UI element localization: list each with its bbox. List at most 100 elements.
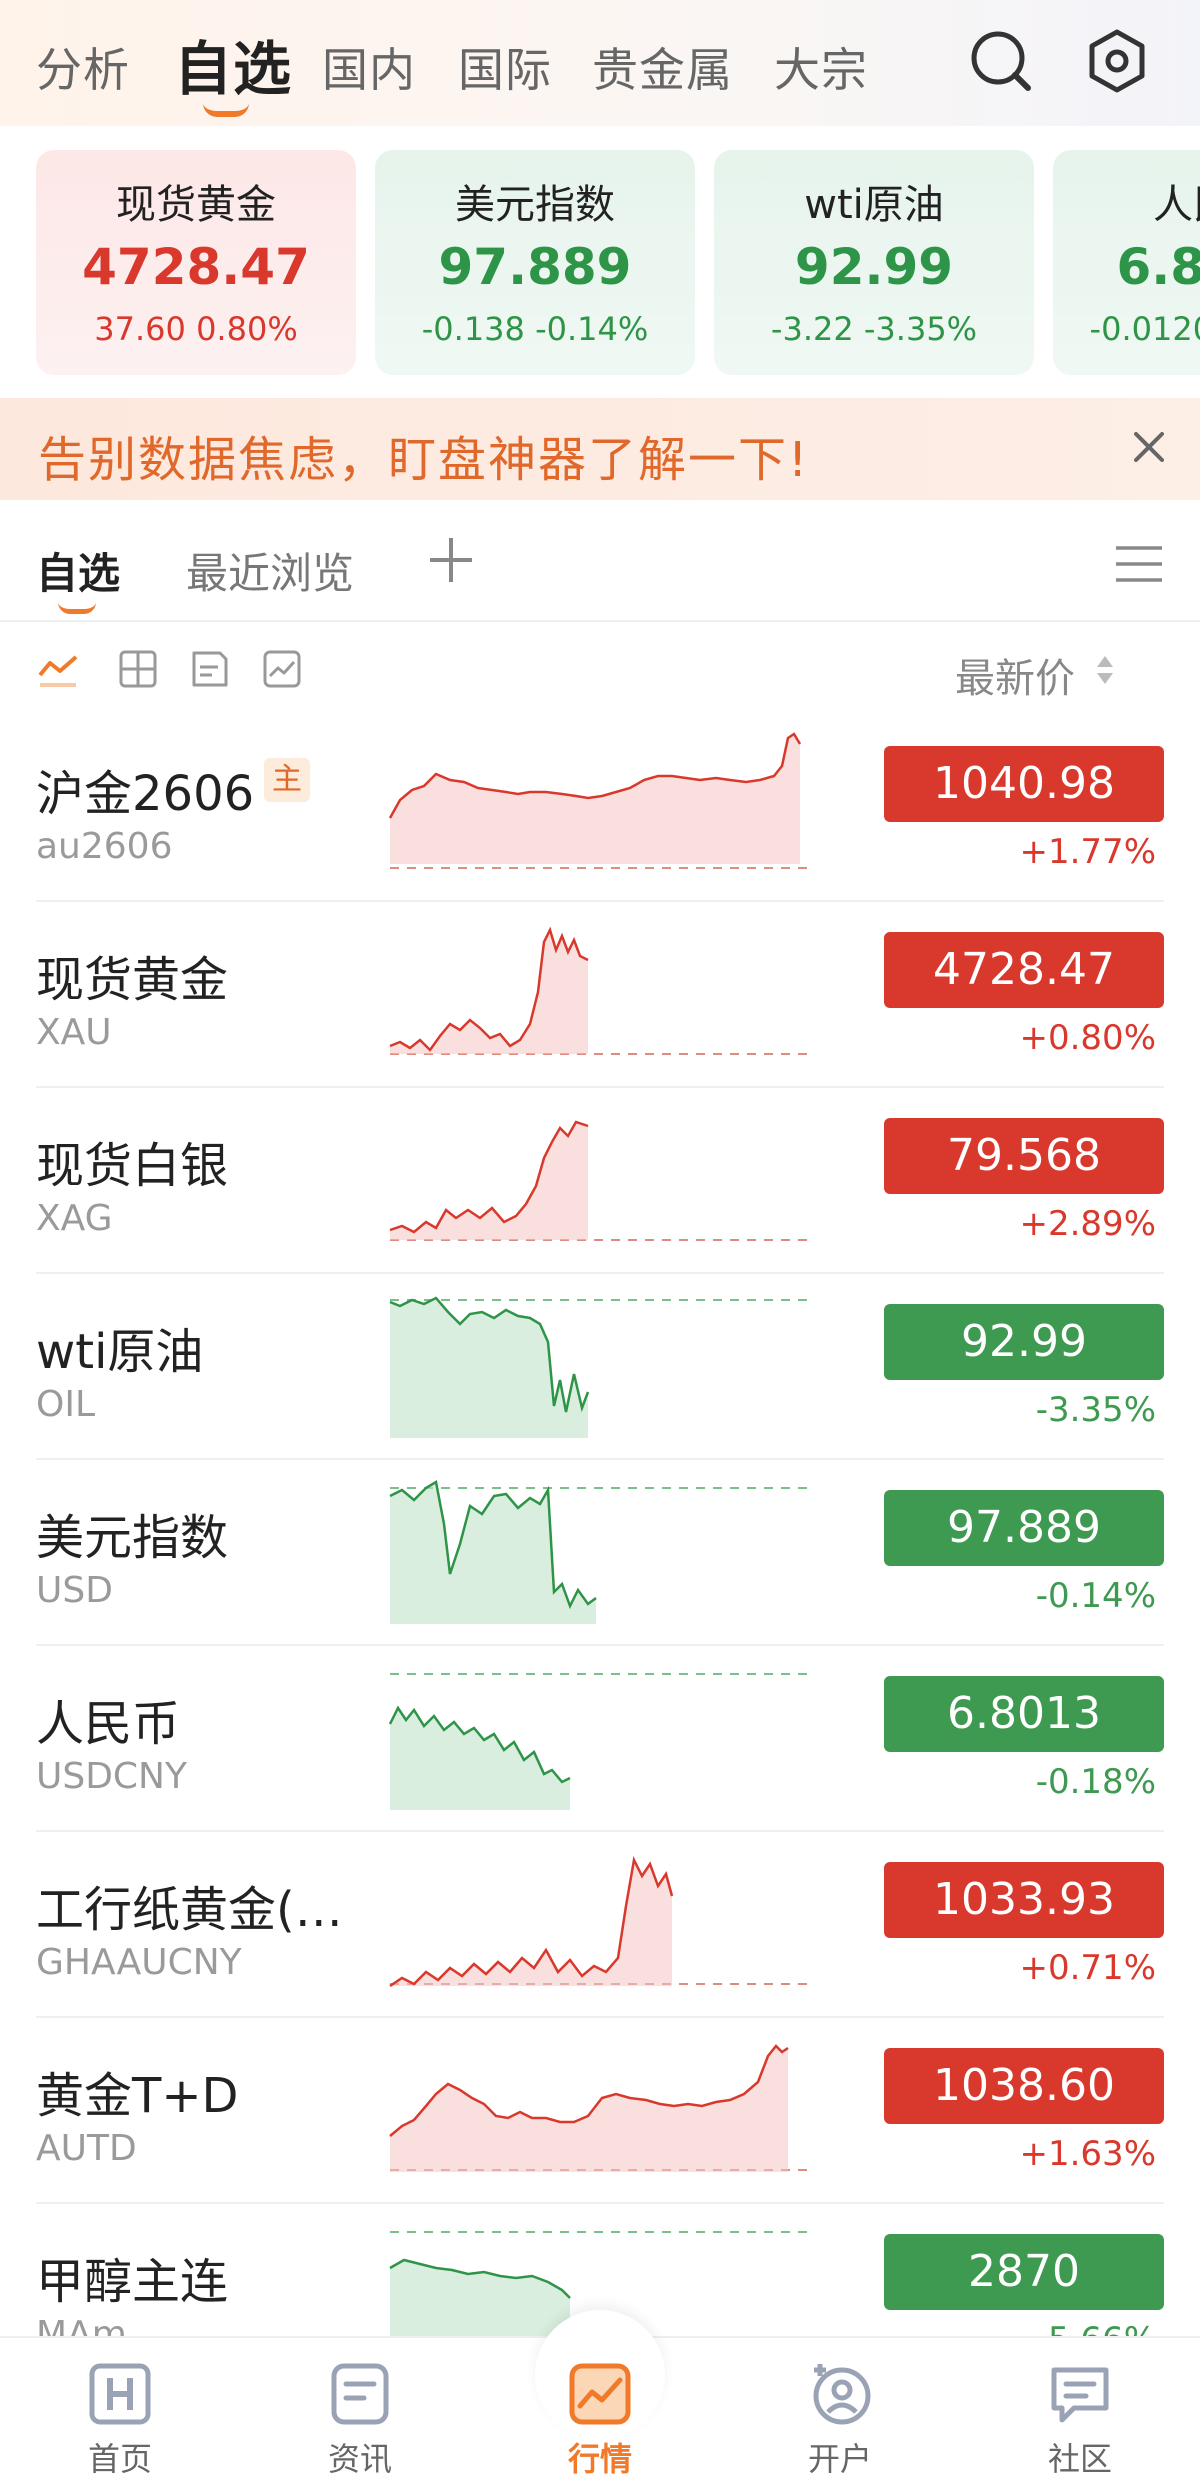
bottom-nav: 首页 资讯 行情 开户 社区: [0, 2310, 1200, 2476]
nav-open-account[interactable]: 开户: [720, 2338, 960, 2476]
ticker-card[interactable]: 现货黄金 4728.47 37.60 0.80%: [36, 150, 356, 375]
quote-code: XAG: [36, 1198, 113, 1239]
quote-name: 现货黄金: [36, 952, 229, 1008]
quote-row[interactable]: 黄金T+D AUTD 1038.60 +1.63%: [36, 2018, 1164, 2204]
nav-home[interactable]: 首页: [0, 2338, 240, 2476]
ticker-name: wti原油: [804, 182, 944, 228]
quote-code: XAU: [36, 1012, 112, 1053]
subtab-watchlist[interactable]: 自选: [36, 540, 120, 601]
subtab-recent[interactable]: 最近浏览: [186, 540, 354, 601]
quote-code: GHAAUCNY: [36, 1942, 242, 1983]
quote-row[interactable]: 沪金2606 主 au2606 1040.98 +1.77%: [36, 716, 1164, 902]
tab-international[interactable]: 国际: [458, 34, 552, 100]
active-tab-indicator: [203, 103, 249, 117]
quote-price: 79.568: [884, 1118, 1164, 1194]
quote-change-percent: +1.63%: [1019, 2134, 1157, 2174]
quote-name: wti原油: [36, 1324, 204, 1380]
plus-icon[interactable]: [428, 530, 474, 590]
sparkline: [389, 2044, 814, 2172]
quote-change-percent: +0.80%: [1019, 1018, 1157, 1058]
ticker-change: -3.22 -3.35%: [770, 310, 978, 348]
ticker-name: 美元指数: [455, 182, 615, 228]
banner-text: 告别数据焦虑，盯盘神器了解一下!: [38, 432, 810, 488]
menu-icon[interactable]: [1116, 544, 1162, 584]
sparkline: [389, 1856, 814, 1988]
sparkline: [388, 1673, 814, 1810]
ticker-change: -0.138 -0.14%: [421, 310, 649, 348]
sparkline: [389, 926, 814, 1055]
quote-name: 黄金T+D: [36, 2068, 239, 2124]
grid-view-icon[interactable]: [118, 649, 158, 689]
quote-change-percent: +2.89%: [1019, 1204, 1157, 1244]
quote-price: 92.99: [884, 1304, 1164, 1380]
quote-row[interactable]: 美元指数 USD 97.889 -0.14%: [36, 1460, 1164, 1646]
nav-label: 社区: [1047, 2440, 1112, 2476]
sort-by-latest-price[interactable]: 最新价: [955, 646, 1075, 704]
quote-name: 工行纸黄金(…: [36, 1882, 343, 1938]
quote-change-percent: -5.66%: [1036, 2320, 1156, 2336]
top-nav: 分析 自选 国内 国际 贵金属 大宗: [0, 0, 1200, 126]
quote-change-percent: -0.18%: [1035, 1762, 1156, 1802]
quote-price: 4728.47: [884, 932, 1164, 1008]
market-chart-icon: [569, 2363, 631, 2425]
quote-price: 2870: [884, 2234, 1164, 2310]
ticker-price: 92.99: [794, 238, 954, 296]
quote-name: 现货白银: [36, 1138, 229, 1194]
nav-label: 首页: [87, 2440, 152, 2476]
news-icon: [331, 2363, 389, 2425]
quote-row[interactable]: wti原油 OIL 92.99 -3.35%: [36, 1274, 1164, 1460]
quote-price: 97.889: [884, 1490, 1164, 1566]
promo-banner[interactable]: 告别数据焦虑，盯盘神器了解一下!: [0, 398, 1200, 500]
quote-change-percent: +0.71%: [1019, 1948, 1157, 1988]
sparkline: [389, 1480, 814, 1624]
account-open-icon: [813, 2364, 871, 2425]
sparkline: [389, 1296, 814, 1438]
quote-price: 1038.60: [884, 2048, 1164, 2124]
quote-name: 美元指数: [36, 1510, 229, 1566]
quote-name: 沪金2606: [36, 766, 255, 822]
quote-code: AUTD: [36, 2128, 137, 2169]
ticker-card[interactable]: 人民币 6.8013 -0.0120 -0.18%: [1053, 150, 1200, 375]
tab-commodities[interactable]: 大宗: [774, 34, 868, 100]
view-switch-row: 最新价: [0, 624, 1200, 716]
nav-label: 开户: [807, 2440, 872, 2476]
ticker-price: 6.8013: [1116, 238, 1200, 296]
quote-price: 1040.98: [884, 746, 1164, 822]
quote-row[interactable]: 工行纸黄金(… GHAAUCNY 1033.93 +0.71%: [36, 1832, 1164, 2018]
quote-row[interactable]: 人民币 USDCNY 6.8013 -0.18%: [36, 1646, 1164, 1832]
quote-code: OIL: [36, 1384, 96, 1425]
tab-watchlist[interactable]: 自选: [174, 22, 292, 106]
chart-view-icon[interactable]: [262, 649, 302, 689]
nav-community[interactable]: 社区: [960, 2338, 1200, 2476]
quote-code: au2606: [36, 826, 173, 867]
quote-code: USDCNY: [36, 1756, 187, 1797]
search-icon[interactable]: [966, 26, 1036, 96]
ticker-strip: 现货黄金 4728.47 37.60 0.80% 美元指数 97.889 -0.…: [0, 150, 1200, 375]
line-view-icon[interactable]: [38, 649, 78, 689]
quote-name: 人民币: [36, 1696, 181, 1752]
quote-change-percent: -3.35%: [1035, 1390, 1156, 1430]
tab-analysis[interactable]: 分析: [36, 34, 130, 100]
card-view-icon[interactable]: [190, 649, 230, 689]
quote-row[interactable]: 现货白银 XAG 79.568 +2.89%: [36, 1088, 1164, 1274]
close-icon[interactable]: [1124, 422, 1174, 472]
nav-label: 行情: [567, 2440, 632, 2476]
quote-row[interactable]: 现货黄金 XAU 4728.47 +0.80%: [36, 902, 1164, 1088]
tab-domestic[interactable]: 国内: [322, 34, 416, 100]
quote-change-percent: -0.14%: [1035, 1576, 1156, 1616]
home-h-icon: [89, 2363, 151, 2425]
nav-news[interactable]: 资讯: [240, 2338, 480, 2476]
sort-arrows-icon[interactable]: [1094, 650, 1116, 690]
quote-price: 1033.93: [884, 1862, 1164, 1938]
nav-market[interactable]: 行情: [480, 2338, 720, 2476]
quote-price: 6.8013: [884, 1676, 1164, 1752]
ticker-card[interactable]: 美元指数 97.889 -0.138 -0.14%: [375, 150, 695, 375]
settings-hexagon-icon[interactable]: [1082, 26, 1152, 96]
ticker-card[interactable]: wti原油 92.99 -3.22 -3.35%: [714, 150, 1034, 375]
nav-label: 资讯: [327, 2440, 392, 2476]
ticker-change: -0.0120 -0.18%: [1089, 310, 1200, 348]
tab-precious-metals[interactable]: 贵金属: [592, 34, 733, 100]
ticker-price: 97.889: [438, 238, 632, 296]
community-chat-icon: [1051, 2367, 1109, 2423]
sparkline: [389, 1120, 814, 1241]
